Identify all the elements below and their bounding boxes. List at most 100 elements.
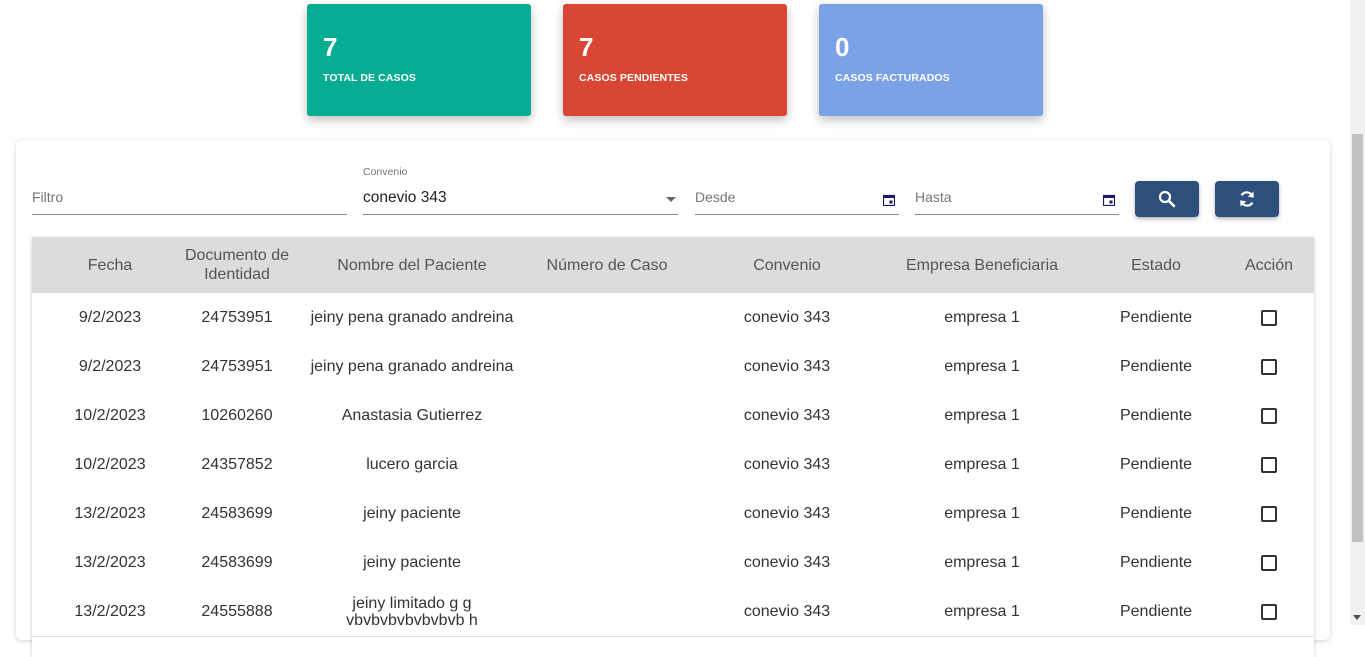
billed-cases-value: 0: [835, 32, 850, 62]
cell-estado: Pendiente: [1119, 358, 1193, 375]
cell-nombre: jeiny paciente: [363, 505, 461, 522]
refresh-button[interactable]: [1215, 181, 1279, 217]
table-row[interactable]: 13/2/2023 24583699 jeiny paciente conevi…: [32, 489, 1314, 539]
cell-fecha: 10/2/2023: [74, 456, 146, 473]
col-convenio[interactable]: Convenio: [702, 237, 872, 293]
cell-empresa: empresa 1: [944, 603, 1020, 620]
desde-placeholder: Desde: [695, 189, 736, 205]
cell-numero-caso: [527, 342, 687, 391]
scroll-down-arrow-icon[interactable]: [1353, 615, 1361, 620]
cell-accion: [1229, 489, 1309, 538]
row-checkbox[interactable]: [1261, 554, 1277, 571]
chevron-down-icon: [666, 197, 676, 202]
cell-estado: Pendiente: [1119, 456, 1193, 473]
col-numero-caso[interactable]: Número de Caso: [527, 237, 687, 293]
row-checkbox[interactable]: [1261, 358, 1277, 375]
cell-empresa: empresa 1: [944, 358, 1020, 375]
col-nombre[interactable]: Nombre del Paciente: [307, 237, 517, 293]
cell-fecha: 9/2/2023: [78, 358, 142, 375]
cell-accion: [1229, 293, 1309, 342]
pending-cases-card: 7 CASOS PENDIENTES: [563, 4, 787, 116]
cell-convenio: conevio 343: [743, 358, 831, 375]
col-fecha[interactable]: Fecha: [50, 237, 170, 293]
scrollbar-thumb[interactable]: [1352, 134, 1363, 542]
table-row[interactable]: 10/2/2023 24357852 lucero garcia conevio…: [32, 440, 1314, 490]
cell-documento: 24753951: [201, 358, 273, 375]
cell-estado: Pendiente: [1119, 407, 1193, 424]
cell-numero-caso: [527, 489, 687, 538]
cell-convenio: conevio 343: [743, 407, 831, 424]
cell-fecha: 10/2/2023: [74, 407, 146, 424]
convenio-select[interactable]: Convenio conevio 343: [363, 166, 678, 215]
page-scrollbar[interactable]: [1350, 0, 1365, 625]
table-row[interactable]: 9/2/2023 24753951 jeiny pena granado and…: [32, 293, 1314, 343]
cell-fecha: 13/2/2023: [74, 554, 146, 571]
cell-convenio: conevio 343: [743, 456, 831, 473]
cell-accion: [1229, 440, 1309, 489]
cell-numero-caso: [527, 293, 687, 342]
row-checkbox[interactable]: [1261, 603, 1277, 620]
cell-estado: Pendiente: [1119, 309, 1193, 326]
cell-empresa: empresa 1: [944, 456, 1020, 473]
row-checkbox[interactable]: [1261, 407, 1277, 424]
cell-documento: 24555888: [201, 603, 273, 620]
cell-nombre: Anastasia Gutierrez: [341, 407, 483, 424]
col-documento[interactable]: Documento de Identidad: [177, 237, 297, 293]
pending-cases-value: 7: [579, 32, 594, 62]
pending-cases-label: CASOS PENDIENTES: [579, 72, 688, 84]
hasta-date-input[interactable]: Hasta: [915, 180, 1119, 215]
cases-table: Fecha Documento de Identidad Nombre del …: [32, 237, 1314, 657]
search-button[interactable]: [1135, 181, 1199, 217]
filter-input[interactable]: Filtro: [32, 180, 347, 215]
cell-documento: 24357852: [201, 456, 273, 473]
cell-fecha: 13/2/2023: [74, 603, 146, 620]
row-checkbox[interactable]: [1261, 505, 1277, 522]
cell-fecha: 9/2/2023: [78, 309, 142, 326]
table-row[interactable]: 13/2/2023 24583699 jeiny paciente conevi…: [32, 538, 1314, 588]
cell-convenio: conevio 343: [743, 554, 831, 571]
col-estado[interactable]: Estado: [1101, 237, 1211, 293]
cell-empresa: empresa 1: [944, 407, 1020, 424]
cell-fecha: 13/2/2023: [74, 505, 146, 522]
calendar-icon[interactable]: [1103, 194, 1115, 206]
cell-accion: [1229, 342, 1309, 391]
cell-estado: Pendiente: [1119, 505, 1193, 522]
cell-documento: 24583699: [201, 505, 273, 522]
cell-documento: 10260260: [201, 407, 273, 424]
cell-accion: [1229, 538, 1309, 587]
col-accion[interactable]: Acción: [1229, 237, 1309, 293]
cell-convenio: conevio 343: [743, 603, 831, 620]
cell-estado: Pendiente: [1119, 603, 1193, 620]
cell-empresa: empresa 1: [944, 309, 1020, 326]
desde-date-input[interactable]: Desde: [695, 180, 899, 215]
cases-panel: Filtro Convenio conevio 343 Desde Hasta: [16, 140, 1330, 657]
convenio-label: Convenio: [363, 166, 408, 178]
cell-convenio: conevio 343: [743, 505, 831, 522]
cell-numero-caso: [527, 391, 687, 440]
col-empresa[interactable]: Empresa Beneficiaria: [887, 237, 1077, 293]
search-icon: [1158, 190, 1176, 208]
calendar-icon[interactable]: [883, 194, 895, 206]
cell-empresa: empresa 1: [944, 505, 1020, 522]
convenio-value: conevio 343: [363, 189, 447, 206]
total-cases-value: 7: [323, 32, 338, 62]
billed-cases-label: CASOS FACTURADOS: [835, 72, 950, 84]
hasta-placeholder: Hasta: [915, 189, 952, 205]
row-checkbox[interactable]: [1261, 309, 1277, 326]
cell-documento: 24583699: [201, 554, 273, 571]
cell-accion: [1229, 587, 1309, 636]
cell-numero-caso: [527, 587, 687, 636]
row-checkbox[interactable]: [1261, 456, 1277, 473]
table-row[interactable]: 9/2/2023 24753951 jeiny pena granado and…: [32, 342, 1314, 392]
cell-estado: Pendiente: [1119, 554, 1193, 571]
cell-nombre: jeiny pena granado andreina: [310, 358, 514, 375]
cell-nombre: jeiny limitado g g vbvbvbvbvbvbvb h: [346, 594, 478, 629]
total-cases-card: 7 TOTAL DE CASOS: [307, 4, 531, 116]
cell-accion: [1229, 391, 1309, 440]
table-row[interactable]: 13/2/2023 24555888 jeiny limitado g g vb…: [32, 587, 1314, 637]
cell-nombre: lucero garcia: [366, 456, 458, 473]
cell-nombre: jeiny pena granado andreina: [310, 309, 514, 326]
cell-documento: 24753951: [201, 309, 273, 326]
table-row[interactable]: 10/2/2023 10260260 Anastasia Gutierrez c…: [32, 391, 1314, 441]
table-header: Fecha Documento de Identidad Nombre del …: [32, 237, 1314, 293]
